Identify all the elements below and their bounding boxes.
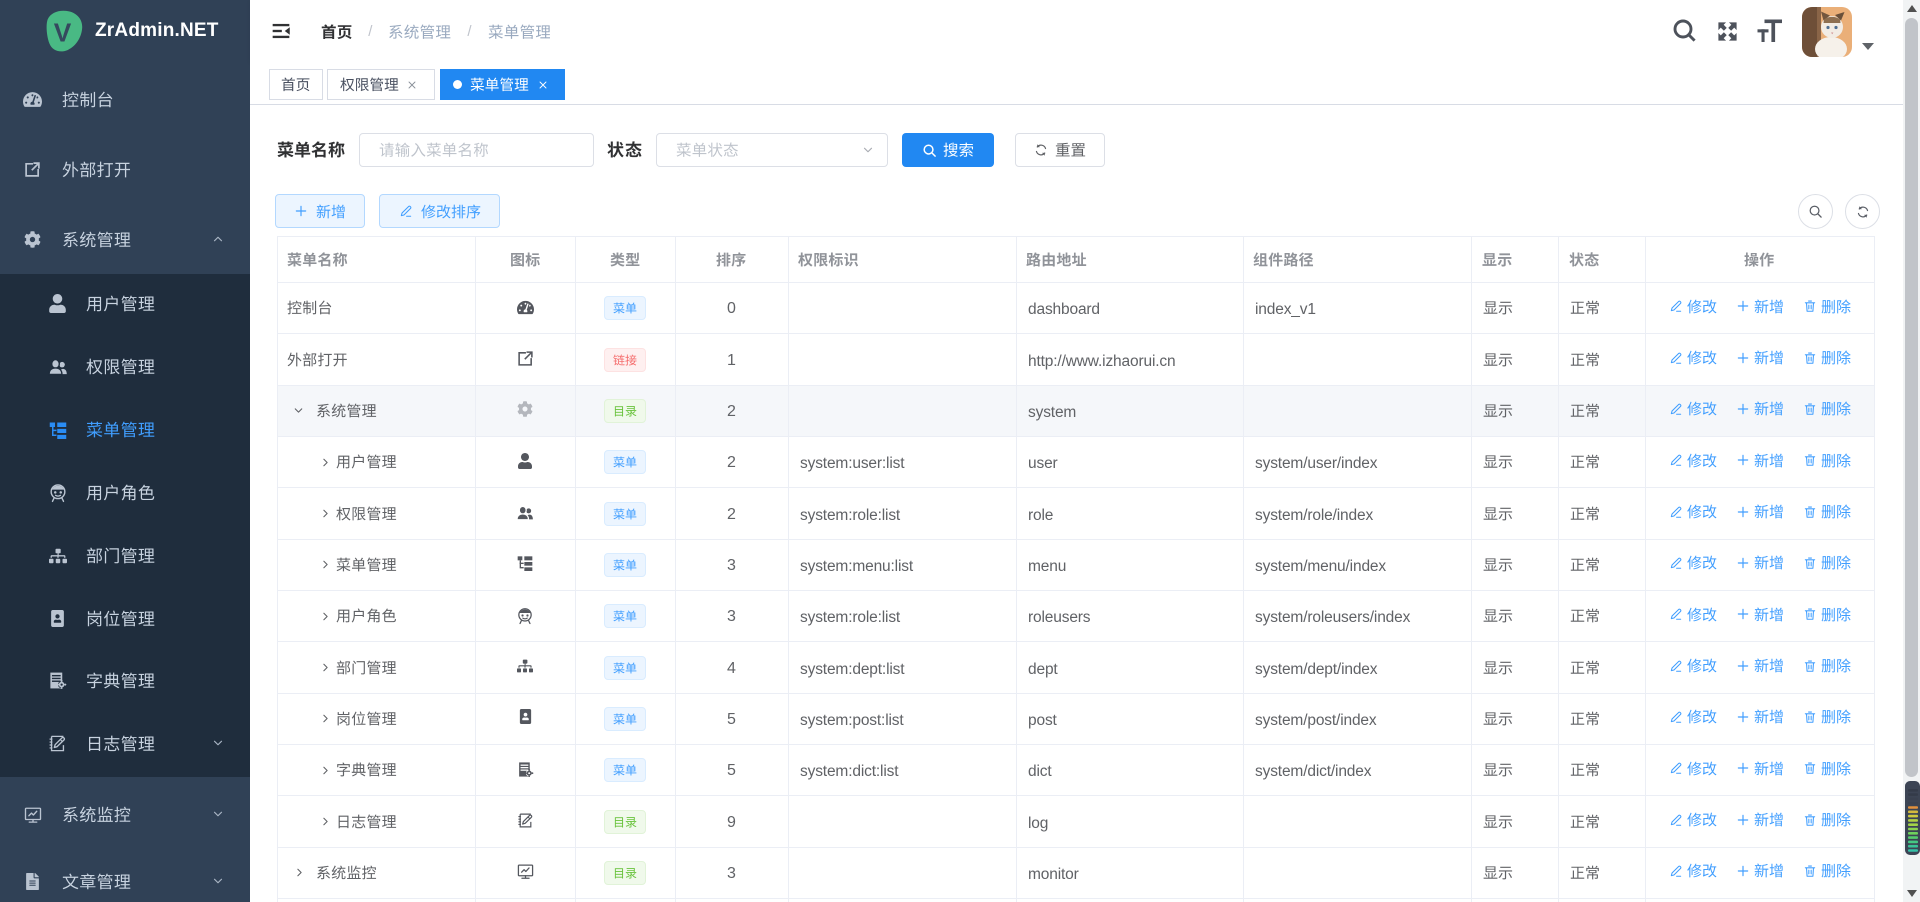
svg-text:V: V <box>54 17 72 47</box>
